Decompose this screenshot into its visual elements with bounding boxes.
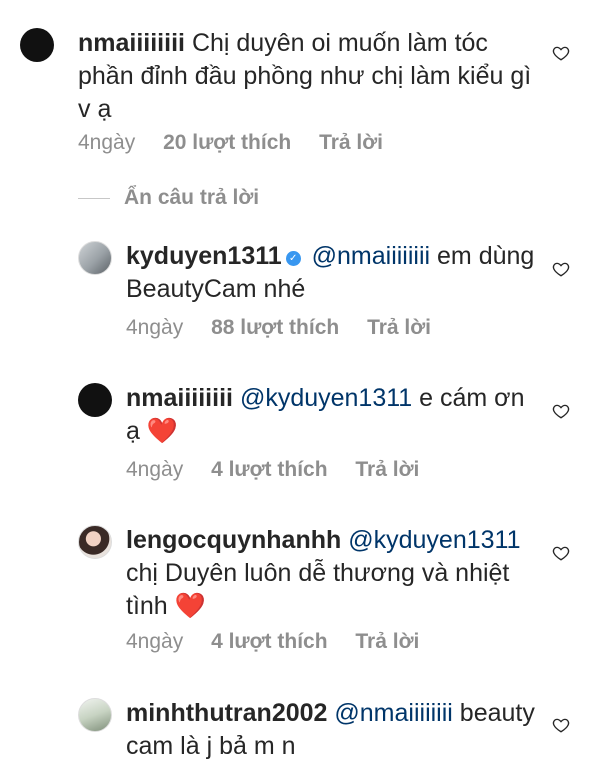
comment-time: 4ngày — [126, 458, 184, 481]
username[interactable]: nmaiiiiiiii — [126, 384, 233, 412]
reply-button[interactable]: Trả lời — [355, 458, 419, 481]
avatar[interactable] — [78, 241, 112, 275]
username[interactable]: lengocquynhanhh — [126, 526, 341, 554]
heart-outline-icon[interactable] — [552, 402, 570, 420]
heart-outline-icon[interactable] — [552, 716, 570, 734]
mention-link[interactable]: @kyduyen1311 — [240, 384, 412, 412]
comment-meta: 4ngày 88 lượt thích Trả lời — [126, 316, 453, 340]
mention-link[interactable]: @kyduyen1311 — [348, 526, 520, 554]
mention-link[interactable]: @nmaiiiiiiii — [334, 699, 452, 727]
red-heart-emoji: ❤️ — [146, 417, 178, 445]
hide-replies-label: Ẩn câu trả lời — [124, 186, 260, 209]
username[interactable]: kyduyen1311 — [126, 242, 282, 270]
comment-body: nmaiiiiiiii @kyduyen1311 e cám ơn ạ ❤️ — [126, 382, 536, 448]
username[interactable]: minhthutran2002 — [126, 699, 327, 727]
mention-link[interactable]: @nmaiiiiiiii — [312, 242, 430, 270]
comment-meta: 4ngày 4 lượt thích Trả lời — [126, 630, 441, 654]
reply-button[interactable]: Trả lời — [367, 316, 431, 339]
avatar[interactable] — [78, 698, 112, 732]
username[interactable]: nmaiiiiiiii — [78, 29, 185, 57]
comment-meta: 4ngày 20 lượt thích Trả lời — [78, 131, 405, 155]
comment-time: 4ngày — [78, 131, 136, 154]
avatar[interactable] — [78, 525, 112, 559]
hide-replies-button[interactable]: Ẩn câu trả lời — [78, 186, 259, 210]
comment-meta: 4ngày 4 lượt thích Trả lời — [126, 458, 441, 482]
avatar[interactable] — [78, 383, 112, 417]
comment-body: nmaiiiiiiii Chị duyên oi muốn làm tóc ph… — [78, 27, 533, 126]
like-count[interactable]: 4 lượt thích — [211, 458, 327, 481]
heart-outline-icon[interactable] — [552, 544, 570, 562]
reply-button[interactable]: Trả lời — [319, 131, 383, 154]
like-count[interactable]: 88 lượt thích — [211, 316, 339, 339]
comment-body: kyduyen1311 ✓ @nmaiiiiiiii em dùng Beauty… — [126, 240, 536, 306]
like-count[interactable]: 20 lượt thích — [163, 131, 291, 154]
heart-outline-icon[interactable] — [552, 260, 570, 278]
verified-badge-icon: ✓ — [285, 251, 301, 266]
comment-time: 4ngày — [126, 630, 184, 653]
avatar[interactable] — [20, 28, 54, 62]
comment-body: minhthutran2002 @nmaiiiiiiii beauty cam … — [126, 697, 536, 763]
divider — [78, 197, 110, 199]
comment-body: lengocquynhanhh @kyduyen1311 chị Duyên l… — [126, 524, 536, 623]
reply-button[interactable]: Trả lời — [355, 630, 419, 653]
comment-time: 4ngày — [126, 316, 184, 339]
heart-outline-icon[interactable] — [552, 44, 570, 62]
like-count[interactable]: 4 lượt thích — [211, 630, 327, 653]
red-heart-emoji: ❤️ — [174, 592, 206, 620]
